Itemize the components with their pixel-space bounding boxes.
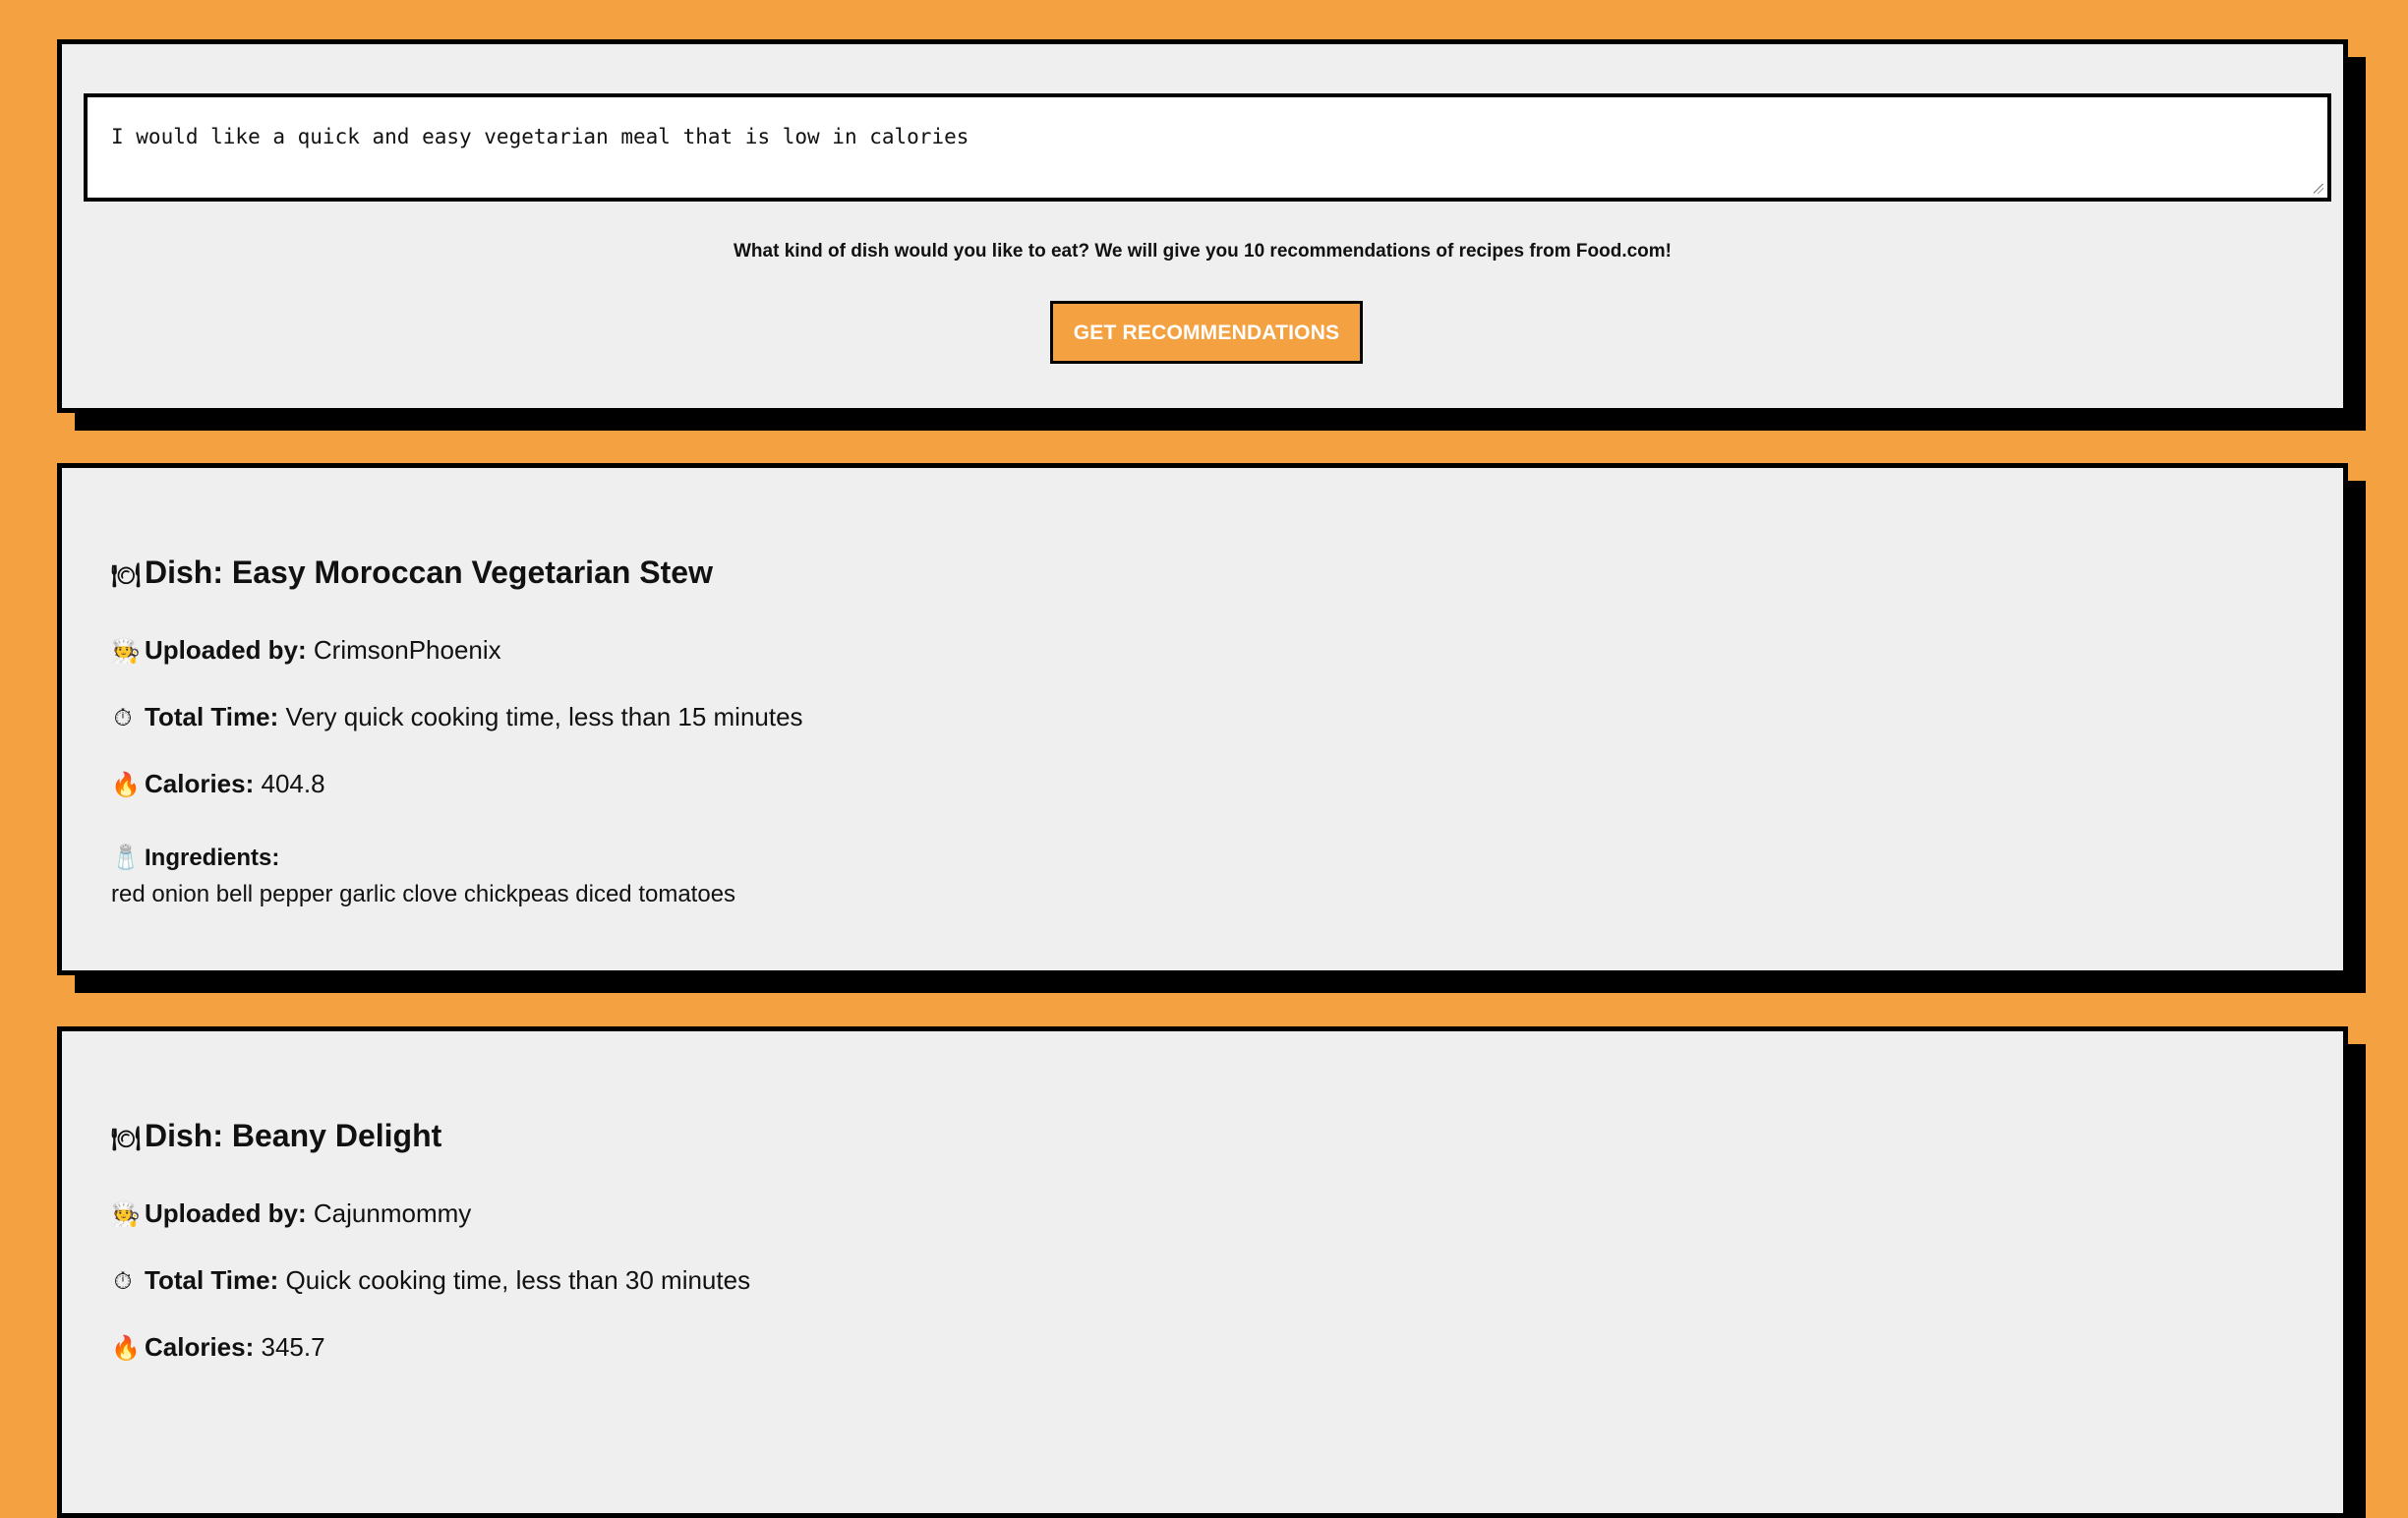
search-helper-text: What kind of dish would you like to eat?…: [734, 241, 1672, 262]
uploader-label: Uploaded by:: [145, 635, 307, 665]
plate-icon: 🍽: [111, 1126, 142, 1152]
recommendation-search-panel: I would like a quick and easy vegetarian…: [57, 39, 2348, 413]
ingredients-label: 🧂 Ingredients:: [111, 844, 279, 872]
calories-line: 🔥 Calories: 345.7: [111, 1332, 325, 1363]
timer-icon: ⏱: [113, 705, 133, 731]
salt-shaker-icon: 🧂: [111, 845, 141, 871]
recipe-card: 🍽 Dish: Beany Delight 🧑‍🍳 Uploaded by: Caj…: [57, 1026, 2348, 1518]
calories-label: Calories:: [145, 769, 255, 798]
total-time-line: ⏱ Total Time: Very quick cooking time, le…: [111, 702, 803, 732]
plate-icon: 🍽: [111, 562, 142, 589]
total-time-label: Total Time:: [145, 1265, 279, 1295]
dish-title-text: Dish: Easy Moroccan Vegetarian Stew: [145, 555, 713, 590]
uploader-value: CrimsonPhoenix: [313, 635, 501, 665]
uploader-line: 🧑‍🍳 Uploaded by: CrimsonPhoenix: [111, 635, 501, 666]
calories-line: 🔥 Calories: 404.8: [111, 769, 325, 799]
total-time-label: Total Time:: [145, 702, 279, 731]
dish-title: 🍽 Dish: Easy Moroccan Vegetarian Stew: [111, 555, 713, 591]
timer-icon: ⏱: [113, 1268, 133, 1295]
total-time-line: ⏱ Total Time: Quick cooking time, less th…: [111, 1265, 750, 1296]
chef-icon: 🧑‍🍳: [111, 1201, 141, 1228]
uploader-value: Cajunmommy: [313, 1198, 472, 1228]
chef-icon: 🧑‍🍳: [111, 638, 141, 665]
fire-icon: 🔥: [111, 772, 141, 798]
uploader-label: Uploaded by:: [145, 1198, 307, 1228]
calories-label: Calories:: [145, 1332, 255, 1362]
total-time-value: Quick cooking time, less than 30 minutes: [285, 1265, 751, 1295]
dish-query-textarea[interactable]: I would like a quick and easy vegetarian…: [84, 93, 2331, 202]
ingredients-value: red onion bell pepper garlic clove chick…: [111, 881, 736, 907]
dish-title-text: Dish: Beany Delight: [145, 1118, 442, 1153]
dish-query-value[interactable]: I would like a quick and easy vegetarian…: [111, 125, 969, 148]
textarea-resize-handle[interactable]: [2314, 184, 2323, 194]
total-time-value: Very quick cooking time, less than 15 mi…: [285, 702, 803, 731]
recipe-card: 🍽 Dish: Easy Moroccan Vegetarian Stew 🧑‍🍳…: [57, 463, 2348, 975]
calories-value: 345.7: [261, 1332, 325, 1362]
fire-icon: 🔥: [111, 1335, 141, 1362]
ingredients-label-text: Ingredients:: [145, 845, 280, 871]
dish-title: 🍽 Dish: Beany Delight: [111, 1118, 441, 1154]
calories-value: 404.8: [261, 769, 325, 798]
get-recommendations-button[interactable]: GET RECOMMENDATIONS: [1050, 301, 1363, 364]
uploader-line: 🧑‍🍳 Uploaded by: Cajunmommy: [111, 1198, 471, 1229]
